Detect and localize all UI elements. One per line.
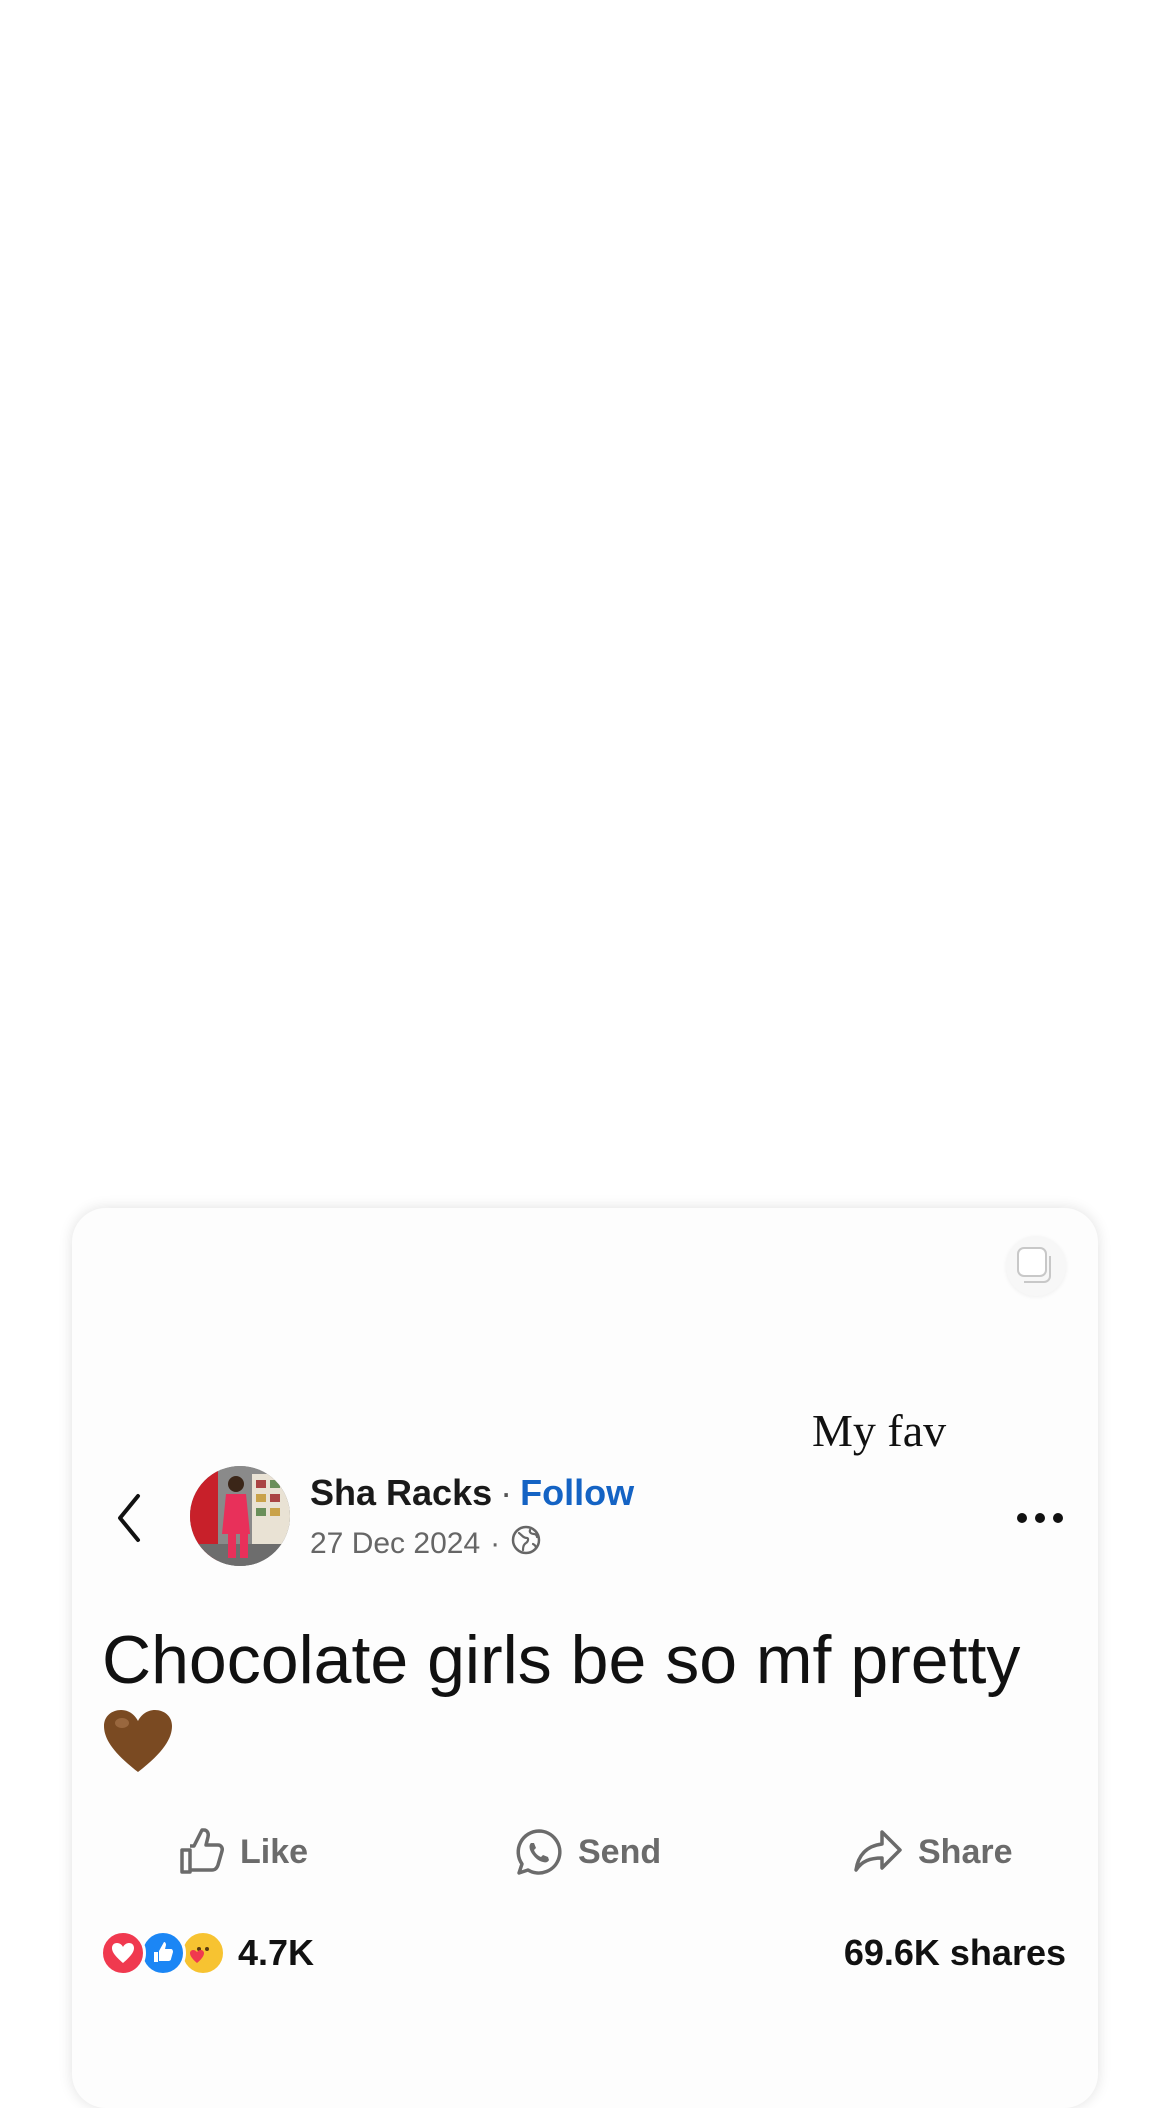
post-date: 27 Dec 2024: [310, 1527, 481, 1560]
back-chevron-icon[interactable]: [110, 1490, 150, 1551]
thumbs-up-icon: [180, 1828, 224, 1874]
post-text: Chocolate girls be so mf pretty: [102, 1622, 1021, 1698]
reaction-summary[interactable]: 4.7K: [100, 1930, 314, 1976]
brown-heart-icon: [102, 1708, 1082, 1793]
like-button[interactable]: Like: [178, 1824, 308, 1880]
love-reaction-icon: [100, 1930, 146, 1976]
like-label: Like: [240, 1832, 309, 1871]
author-line: Sha Racks · Follow: [310, 1472, 634, 1514]
reaction-count: 4.7K: [238, 1932, 315, 1973]
share-arrow-icon: [854, 1830, 902, 1872]
author-separator: ·: [500, 1472, 513, 1513]
like-reaction-icon: [140, 1930, 186, 1976]
shares-count[interactable]: 69.6K shares: [844, 1932, 1066, 1974]
copy-icon[interactable]: [1006, 1236, 1066, 1296]
caption-text: My fav: [812, 1405, 947, 1456]
send-button[interactable]: Send: [514, 1824, 661, 1880]
more-options-icon[interactable]: [1014, 1508, 1066, 1533]
meta-separator: ·: [490, 1527, 501, 1560]
avatar[interactable]: [190, 1466, 290, 1566]
share-label: Share: [918, 1832, 1013, 1871]
post-body: Chocolate girls be so mf pretty: [102, 1618, 1082, 1793]
share-button[interactable]: Share: [852, 1824, 1013, 1880]
whatsapp-icon: [516, 1829, 562, 1875]
author-name[interactable]: Sha Racks: [310, 1472, 492, 1513]
post-card: My fav Sha Racks·Follow 27 Dec 2024 ·: [72, 1208, 1098, 2108]
care-reaction-icon: [180, 1930, 226, 1976]
follow-button[interactable]: Follow: [520, 1472, 634, 1513]
action-bar: Like Send Share: [72, 1824, 1098, 1884]
post-meta: 27 Dec 2024 ·: [310, 1524, 542, 1564]
globe-icon: [510, 1524, 542, 1564]
send-label: Send: [578, 1832, 662, 1871]
